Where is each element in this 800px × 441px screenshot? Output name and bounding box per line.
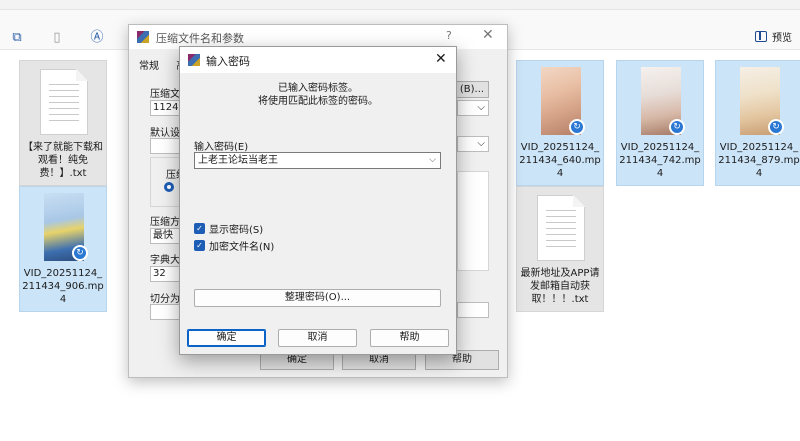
password-input[interactable]: 上老王论坛当老王 ⌵ [194, 152, 441, 169]
file-tile-txt-1[interactable]: 【来了就能下载和观看！纯免费！】.txt [19, 60, 107, 186]
split-volumes-field[interactable] [150, 304, 180, 320]
password-dialog: 输入密码 ✕ 已输入密码标签。 将使用匹配此标签的密码。 输入密码(E) 上老王… [179, 46, 457, 355]
file-tile-video-640[interactable]: ↻ VID_20251124_211434_640.mp4 [516, 60, 604, 186]
file-name: VID_20251124_211434_742.mp4 [619, 142, 701, 179]
dictionary-size-label: 字典大小 [150, 255, 180, 266]
file-tile-video-742[interactable]: ↻ VID_20251124_211434_742.mp4 [616, 60, 704, 186]
archive-name-dropdown-arrow[interactable]: ⌵ [457, 100, 489, 116]
browse-button[interactable]: (B)... [455, 81, 489, 98]
file-name: VID_20251124_211434_879.mp4 [718, 142, 800, 179]
archive-dialog-title: 压缩文件名和参数 [156, 32, 244, 45]
update-mode-dropdown-arrow[interactable]: ⌵ [457, 136, 489, 152]
file-name: 【来了就能下载和观看！纯免费！】.txt [23, 142, 103, 179]
encrypt-filenames-label: 加密文件名(N) [209, 242, 275, 253]
info-line-2: 将使用匹配此标签的密码。 [258, 96, 378, 107]
encrypt-filenames-checkbox[interactable]: ✓ 加密文件名(N) [194, 238, 274, 253]
help-button[interactable]: 帮助 [370, 329, 449, 347]
preview-label: 预览 [772, 32, 792, 44]
checkmark-icon: ✓ [194, 240, 205, 251]
info-line-1: 已输入密码标签。 [278, 83, 358, 94]
archive-name-field[interactable]: 1124yu [150, 100, 180, 116]
text-file-icon [40, 69, 88, 135]
checkmark-icon: ✓ [194, 223, 205, 234]
sync-icon: ↻ [669, 119, 685, 135]
split-volumes-label: 切分为分 [150, 294, 180, 305]
sync-icon: ↻ [72, 245, 88, 261]
winrar-icon [137, 31, 149, 43]
winrar-icon [188, 54, 200, 66]
help-icon[interactable]: ? [446, 29, 452, 42]
file-tile-video-906[interactable]: ↻ VID_20251124_211434_906.mp4 [19, 186, 107, 312]
dictionary-size-field[interactable]: 32 [150, 266, 180, 282]
chevron-down-icon[interactable]: ⌵ [429, 153, 436, 168]
preview-pane-icon [755, 30, 767, 42]
password-dialog-titlebar: 输入密码 ✕ [180, 47, 456, 73]
show-password-label: 显示密码(S) [209, 225, 264, 236]
profile-field[interactable] [150, 138, 180, 154]
method-label: 压缩方 [150, 217, 180, 228]
file-tile-txt-2[interactable]: 最新地址及APP请发邮箱自动获取！！！.txt [516, 186, 604, 312]
rename-icon[interactable]: Ⓐ [88, 29, 106, 47]
set-password-button-fragment[interactable] [457, 302, 489, 318]
file-name: 最新地址及APP请发邮箱自动获取！！！.txt [520, 268, 600, 305]
password-value: 上老王论坛当老王 [198, 155, 278, 166]
format-radio[interactable] [164, 182, 174, 192]
ok-button[interactable]: 确定 [187, 329, 266, 347]
file-name: VID_20251124_211434_906.mp4 [22, 268, 104, 305]
archive-name-label: 压缩文件 [150, 89, 180, 100]
close-icon[interactable]: ✕ [435, 51, 447, 67]
tab-general[interactable]: 常规 [139, 61, 159, 72]
options-group [457, 171, 489, 271]
show-password-checkbox[interactable]: ✓ 显示密码(S) [194, 221, 263, 236]
sync-icon: ↻ [569, 119, 585, 135]
sync-icon: ↻ [768, 119, 784, 135]
cancel-button[interactable]: 取消 [278, 329, 357, 347]
method-field[interactable]: 最快 [150, 228, 180, 244]
close-icon[interactable]: ✕ [482, 27, 494, 43]
window-top-strip [0, 0, 800, 10]
copy-icon[interactable]: ⧉ [8, 29, 26, 47]
organize-passwords-button[interactable]: 整理密码(O)... [194, 289, 441, 307]
file-tile-video-879[interactable]: ↻ VID_20251124_211434_879.mp4 [715, 60, 800, 186]
file-name: VID_20251124_211434_640.mp4 [519, 142, 601, 179]
preview-button[interactable]: 预览 [755, 27, 792, 45]
paste-icon[interactable]: ▯ [48, 29, 66, 47]
password-dialog-title: 输入密码 [206, 55, 250, 68]
default-profile-label: 默认设置 [150, 128, 180, 139]
text-file-icon [537, 195, 585, 261]
format-label: 压缩文 [166, 170, 180, 181]
password-label: 输入密码(E) [194, 142, 249, 153]
